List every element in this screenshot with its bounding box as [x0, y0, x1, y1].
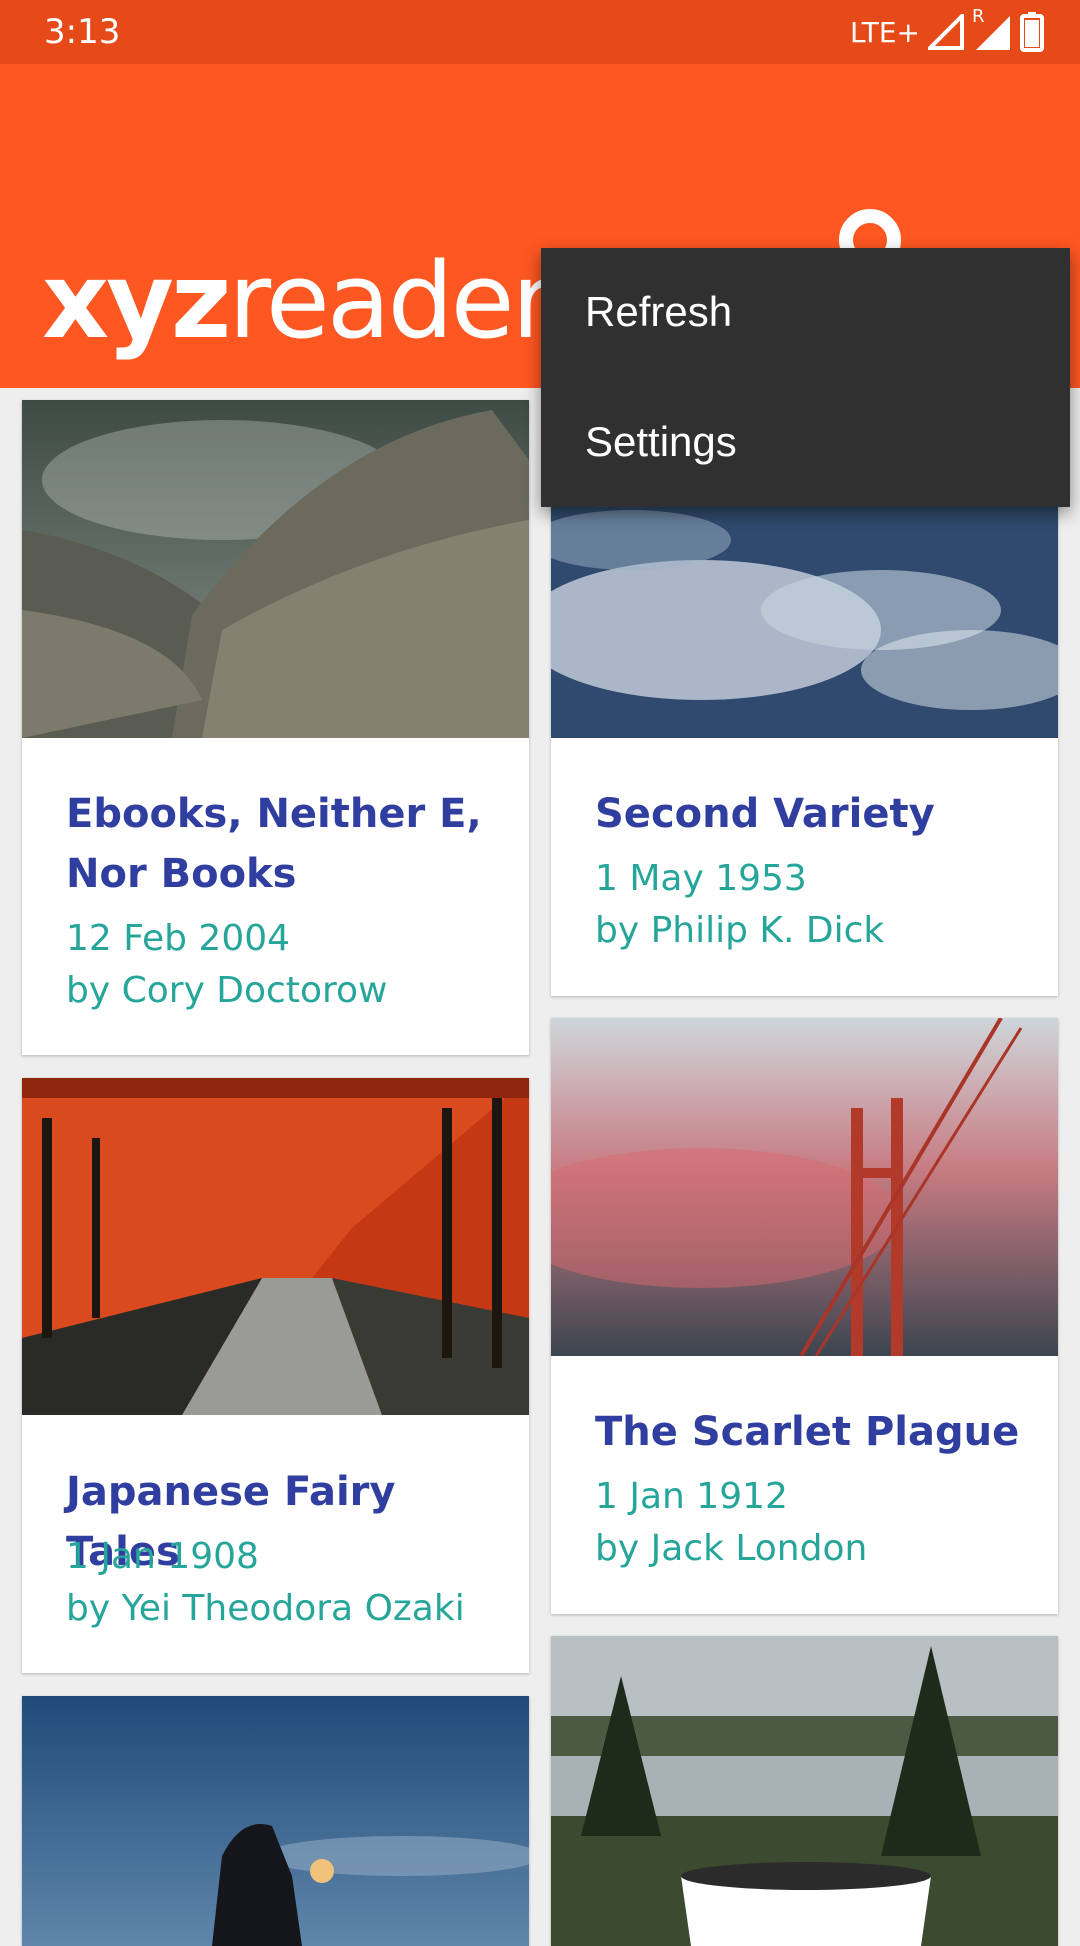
article-card[interactable]: [22, 1696, 529, 1946]
signal-icon: [928, 14, 964, 50]
status-bar: 3:13 LTE+ R: [0, 0, 1080, 64]
article-author: by Philip K. Dick: [595, 910, 885, 951]
article-author: by Jack London: [595, 1528, 868, 1569]
logo-bold: xyz: [42, 240, 231, 362]
network-type: LTE+: [850, 15, 920, 49]
menu-item-label: Settings: [585, 418, 737, 465]
article-image: [22, 1078, 529, 1415]
article-date: 1 Jan 1912: [595, 1476, 788, 1517]
overflow-menu: Refresh Settings: [541, 248, 1070, 507]
article-image: [22, 400, 529, 738]
status-icons: LTE+ R: [850, 6, 1044, 52]
article-card[interactable]: [551, 1636, 1058, 1946]
roaming-signal-icon: R: [972, 6, 1012, 52]
article-author: by Yei Theodora Ozaki: [66, 1588, 465, 1629]
article-title: Second Variety: [595, 791, 935, 837]
article-image: [551, 1636, 1058, 1946]
article-image: [551, 1018, 1058, 1356]
menu-item-settings[interactable]: Settings: [541, 378, 1070, 508]
article-date: 1 May 1953: [595, 858, 807, 899]
article-title: Ebooks, Neither E, Nor Books: [66, 791, 482, 897]
article-date: 12 Feb 2004: [66, 918, 291, 959]
logo-light: reader: [228, 240, 554, 362]
article-image: [22, 1696, 529, 1946]
status-time: 3:13: [44, 12, 121, 52]
menu-item-label: Refresh: [585, 288, 733, 335]
app-logo: xyzreader: [42, 249, 554, 353]
article-title: The Scarlet Plague: [595, 1409, 1020, 1455]
article-card[interactable]: Ebooks, Neither E, Nor Books 12 Feb 2004…: [22, 400, 529, 1055]
article-date: 1 Jan 1908: [66, 1536, 259, 1577]
article-card[interactable]: The Scarlet Plague 1 Jan 1912 by Jack Lo…: [551, 1018, 1058, 1614]
article-card[interactable]: Japanese Fairy Tales 1 Jan 1908 by Yei T…: [22, 1078, 529, 1673]
battery-icon: [1020, 12, 1044, 52]
menu-item-refresh[interactable]: Refresh: [541, 248, 1070, 378]
article-author: by Cory Doctorow: [66, 970, 388, 1011]
